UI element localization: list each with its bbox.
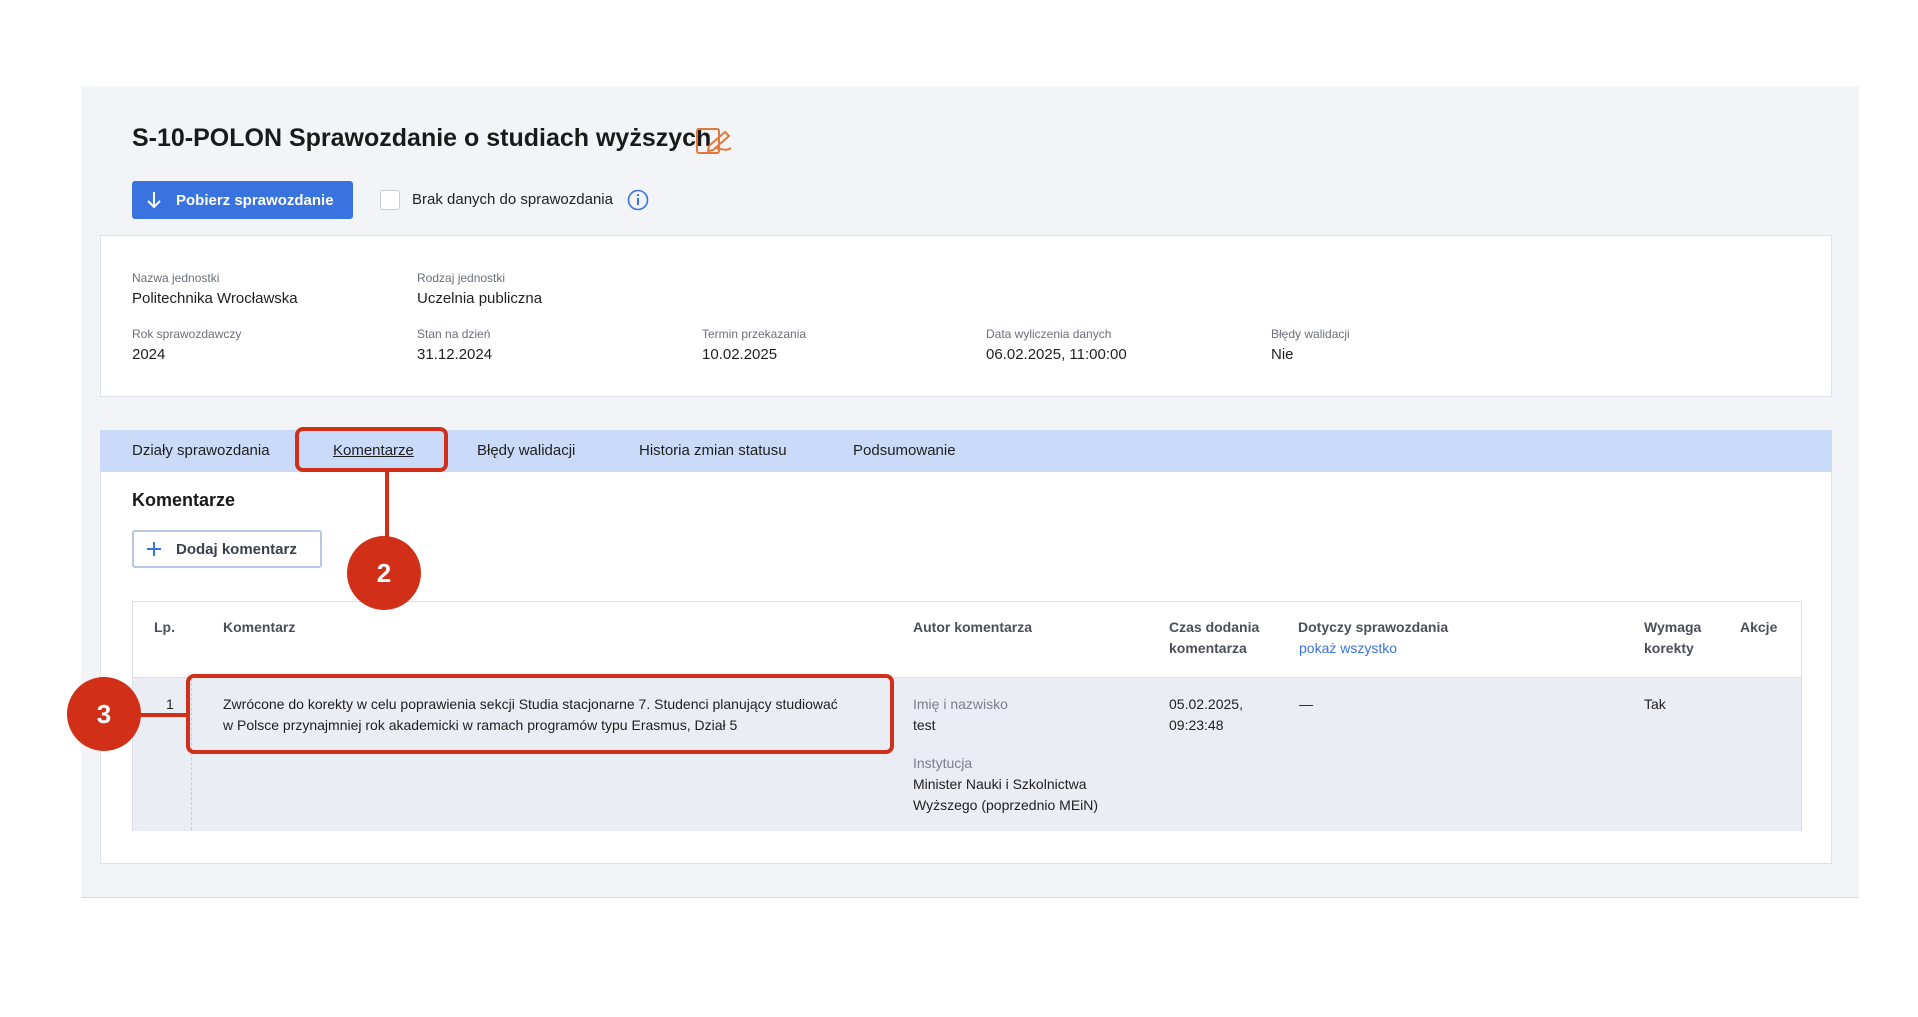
cell-author-institution: Wyższego (poprzednio MEiN) <box>913 797 1099 813</box>
callout-box-tab <box>295 427 448 472</box>
download-report-button[interactable]: Pobierz sprawozdanie <box>132 181 353 219</box>
col-header-time: komentarza <box>1169 640 1247 656</box>
field-year: Rok sprawozdawczy 2024 <box>132 327 241 363</box>
field-deadline: Termin przekazania 10.02.2025 <box>702 327 806 363</box>
tab-status-history[interactable]: Historia zmian statusu <box>639 430 787 472</box>
col-header-time: Czas dodania <box>1169 619 1260 635</box>
callout-badge-2: 2 <box>347 536 421 610</box>
field-label: Nazwa jednostki <box>132 271 220 285</box>
download-report-label: Pobierz sprawozdanie <box>176 191 334 209</box>
callout-box-comment <box>186 674 894 754</box>
tab-summary[interactable]: Podsumowanie <box>853 430 956 472</box>
cell-lp: 1 <box>166 696 174 712</box>
field-unit-name: Nazwa jednostki Politechnika Wrocławska <box>132 271 298 307</box>
field-value: 2024 <box>132 346 166 363</box>
info-icon[interactable] <box>627 189 649 211</box>
col-header-actions: Akcje <box>1740 619 1778 635</box>
tab-validation-errors[interactable]: Błędy walidacji <box>477 430 575 472</box>
cell-report: — <box>1299 696 1313 712</box>
field-label: Rodzaj jednostki <box>417 271 506 285</box>
callout-badge-3: 3 <box>67 677 141 751</box>
field-value: 10.02.2025 <box>702 346 778 363</box>
callout-connector <box>385 472 389 544</box>
field-label: Rok sprawozdawczy <box>132 327 242 341</box>
cell-author-name: test <box>913 717 936 733</box>
cell-author-institution-label: Instytucja <box>913 755 973 771</box>
section-title: Komentarze <box>132 490 236 510</box>
show-all-link[interactable]: pokaż wszystko <box>1299 640 1397 656</box>
cell-date: 05.02.2025, <box>1169 696 1243 712</box>
col-header-report: Dotyczy sprawozdania <box>1298 619 1449 635</box>
field-value: 06.02.2025, 11:00:00 <box>986 346 1127 363</box>
field-value: Uczelnia publiczna <box>417 290 543 307</box>
page-title: S-10-POLON Sprawozdanie o studiach wyższ… <box>132 124 712 152</box>
report-info-card <box>100 235 1832 397</box>
add-comment-button[interactable]: Dodaj komentarz <box>132 530 322 568</box>
field-unit-type: Rodzaj jednostki Uczelnia publiczna <box>417 271 542 307</box>
col-header-lp: Lp. <box>154 619 175 635</box>
col-header-correction: Wymaga <box>1644 619 1702 635</box>
callout-connector <box>140 713 188 717</box>
add-comment-label: Dodaj komentarz <box>176 540 297 558</box>
no-data-checkbox-label: Brak danych do sprawozdania <box>412 191 613 208</box>
col-header-author: Autor komentarza <box>913 619 1033 635</box>
field-label: Data wyliczenia danych <box>986 327 1112 341</box>
no-data-checkbox[interactable] <box>380 190 400 210</box>
edit-signature-icon[interactable] <box>695 126 733 156</box>
field-validation-errors: Błędy walidacji Nie <box>1271 327 1350 363</box>
arrow-down-icon <box>147 192 161 209</box>
col-header-comment: Komentarz <box>223 619 296 635</box>
field-value: 31.12.2024 <box>417 346 493 363</box>
cell-requires-correction: Tak <box>1644 696 1666 712</box>
field-label: Termin przekazania <box>702 327 807 341</box>
field-label: Stan na dzień <box>417 327 491 341</box>
cell-author-institution: Minister Nauki i Szkolnictwa <box>913 776 1087 792</box>
field-value: Nie <box>1271 346 1294 363</box>
field-state-date: Stan na dzień 31.12.2024 <box>417 327 492 363</box>
col-header-correction: korekty <box>1644 640 1694 656</box>
field-label: Błędy walidacji <box>1271 327 1350 341</box>
plus-icon <box>147 542 161 556</box>
cell-author-name-label: Imię i nazwisko <box>913 696 1008 712</box>
tab-report-sections[interactable]: Działy sprawozdania <box>132 430 270 472</box>
field-calc-date: Data wyliczenia danych 06.02.2025, 11:00… <box>986 327 1127 363</box>
cell-time: 09:23:48 <box>1169 717 1224 733</box>
field-value: Politechnika Wrocławska <box>132 290 298 307</box>
